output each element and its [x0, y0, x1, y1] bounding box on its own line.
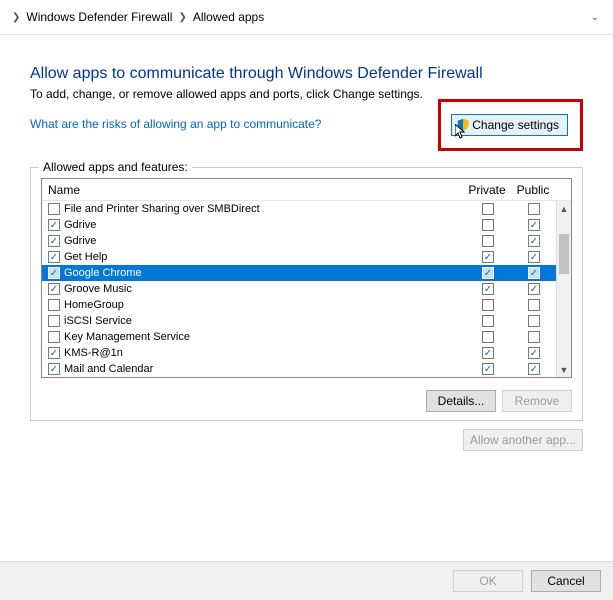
app-name: Gdrive: [64, 219, 464, 231]
app-name: Key Management Service: [64, 331, 464, 343]
enable-checkbox[interactable]: ✓: [48, 363, 60, 375]
public-checkbox[interactable]: ✓: [528, 283, 540, 295]
table-row[interactable]: File and Printer Sharing over SMBDirect: [42, 201, 571, 217]
private-checkbox[interactable]: ✓: [482, 347, 494, 359]
table-row[interactable]: ✓ Gdrive ✓: [42, 233, 571, 249]
enable-checkbox[interactable]: ✓: [48, 219, 60, 231]
table-body: File and Printer Sharing over SMBDirect ✓…: [42, 201, 571, 377]
app-name: Groove Music: [64, 283, 464, 295]
app-name: HomeGroup: [64, 299, 464, 311]
app-name: File and Printer Sharing over SMBDirect: [64, 203, 464, 215]
ok-button[interactable]: OK: [453, 570, 523, 592]
private-checkbox[interactable]: [482, 219, 494, 231]
details-button[interactable]: Details...: [426, 390, 496, 412]
col-header-public[interactable]: Public: [510, 183, 556, 197]
change-settings-highlight: Change settings: [438, 99, 583, 151]
breadcrumb-firewall[interactable]: Windows Defender Firewall: [24, 8, 174, 26]
public-checkbox[interactable]: [528, 203, 540, 215]
enable-checkbox[interactable]: [48, 203, 60, 215]
public-checkbox[interactable]: ✓: [528, 235, 540, 247]
table-row[interactable]: iSCSI Service: [42, 313, 571, 329]
enable-checkbox[interactable]: ✓: [48, 235, 60, 247]
enable-checkbox[interactable]: ✓: [48, 251, 60, 263]
scroll-up-icon[interactable]: ▲: [557, 201, 571, 216]
col-header-private[interactable]: Private: [464, 183, 510, 197]
table-row[interactable]: ✓ Groove Music ✓ ✓: [42, 281, 571, 297]
public-checkbox[interactable]: ✓: [528, 267, 540, 279]
change-settings-button[interactable]: Change settings: [451, 114, 568, 136]
breadcrumb-allowed-apps[interactable]: Allowed apps: [191, 8, 266, 26]
public-checkbox[interactable]: ✓: [528, 363, 540, 375]
enable-checkbox[interactable]: ✓: [48, 267, 60, 279]
private-checkbox[interactable]: [482, 299, 494, 311]
app-name: Google Chrome: [64, 267, 464, 279]
public-checkbox[interactable]: [528, 331, 540, 343]
public-checkbox[interactable]: ✓: [528, 219, 540, 231]
app-name: KMS-R@1n: [64, 347, 464, 359]
public-checkbox[interactable]: ✓: [528, 347, 540, 359]
remove-button[interactable]: Remove: [502, 390, 572, 412]
enable-checkbox[interactable]: [48, 315, 60, 327]
footer: OK Cancel: [0, 561, 613, 600]
scrollbar[interactable]: ▲ ▼: [556, 201, 571, 377]
table-row[interactable]: Key Management Service: [42, 329, 571, 345]
private-checkbox[interactable]: [482, 331, 494, 343]
apps-table: Name Private Public File and Printer Sha…: [41, 178, 572, 378]
allowed-apps-group: Allowed apps and features: Name Private …: [30, 167, 583, 421]
group-title: Allowed apps and features:: [39, 160, 192, 174]
col-header-name[interactable]: Name: [42, 183, 464, 197]
private-checkbox[interactable]: ✓: [482, 251, 494, 263]
enable-checkbox[interactable]: [48, 331, 60, 343]
private-checkbox[interactable]: ✓: [482, 267, 494, 279]
private-checkbox[interactable]: ✓: [482, 363, 494, 375]
table-row[interactable]: ✓ KMS-R@1n ✓ ✓: [42, 345, 571, 361]
chevron-right-icon: ❯: [174, 12, 190, 23]
scroll-thumb[interactable]: [559, 234, 569, 274]
private-checkbox[interactable]: [482, 203, 494, 215]
shield-icon: [456, 118, 470, 132]
scroll-down-icon[interactable]: ▼: [557, 362, 571, 377]
app-name: Get Help: [64, 251, 464, 263]
cancel-button[interactable]: Cancel: [531, 570, 601, 592]
chevron-right-icon: ❯: [8, 12, 24, 23]
table-row[interactable]: ✓ Google Chrome ✓ ✓: [42, 265, 571, 281]
app-name: Mail and Calendar: [64, 363, 464, 375]
chevron-down-icon[interactable]: ⌄: [591, 12, 605, 23]
public-checkbox[interactable]: [528, 315, 540, 327]
public-checkbox[interactable]: ✓: [528, 251, 540, 263]
table-row[interactable]: ✓ Get Help ✓ ✓: [42, 249, 571, 265]
public-checkbox[interactable]: [528, 299, 540, 311]
table-header: Name Private Public: [42, 179, 571, 201]
enable-checkbox[interactable]: ✓: [48, 347, 60, 359]
enable-checkbox[interactable]: ✓: [48, 283, 60, 295]
enable-checkbox[interactable]: [48, 299, 60, 311]
allow-another-app-button[interactable]: Allow another app...: [463, 429, 583, 451]
risk-link[interactable]: What are the risks of allowing an app to…: [30, 113, 321, 131]
app-name: Gdrive: [64, 235, 464, 247]
private-checkbox[interactable]: [482, 315, 494, 327]
change-settings-label: Change settings: [472, 118, 559, 132]
private-checkbox[interactable]: [482, 235, 494, 247]
breadcrumb[interactable]: ❯ Windows Defender Firewall ❯ Allowed ap…: [0, 0, 613, 35]
table-row[interactable]: ✓ Gdrive ✓: [42, 217, 571, 233]
page-title: Allow apps to communicate through Window…: [30, 65, 583, 83]
private-checkbox[interactable]: ✓: [482, 283, 494, 295]
table-row[interactable]: ✓ Mail and Calendar ✓ ✓: [42, 361, 571, 377]
app-name: iSCSI Service: [64, 315, 464, 327]
table-row[interactable]: HomeGroup: [42, 297, 571, 313]
